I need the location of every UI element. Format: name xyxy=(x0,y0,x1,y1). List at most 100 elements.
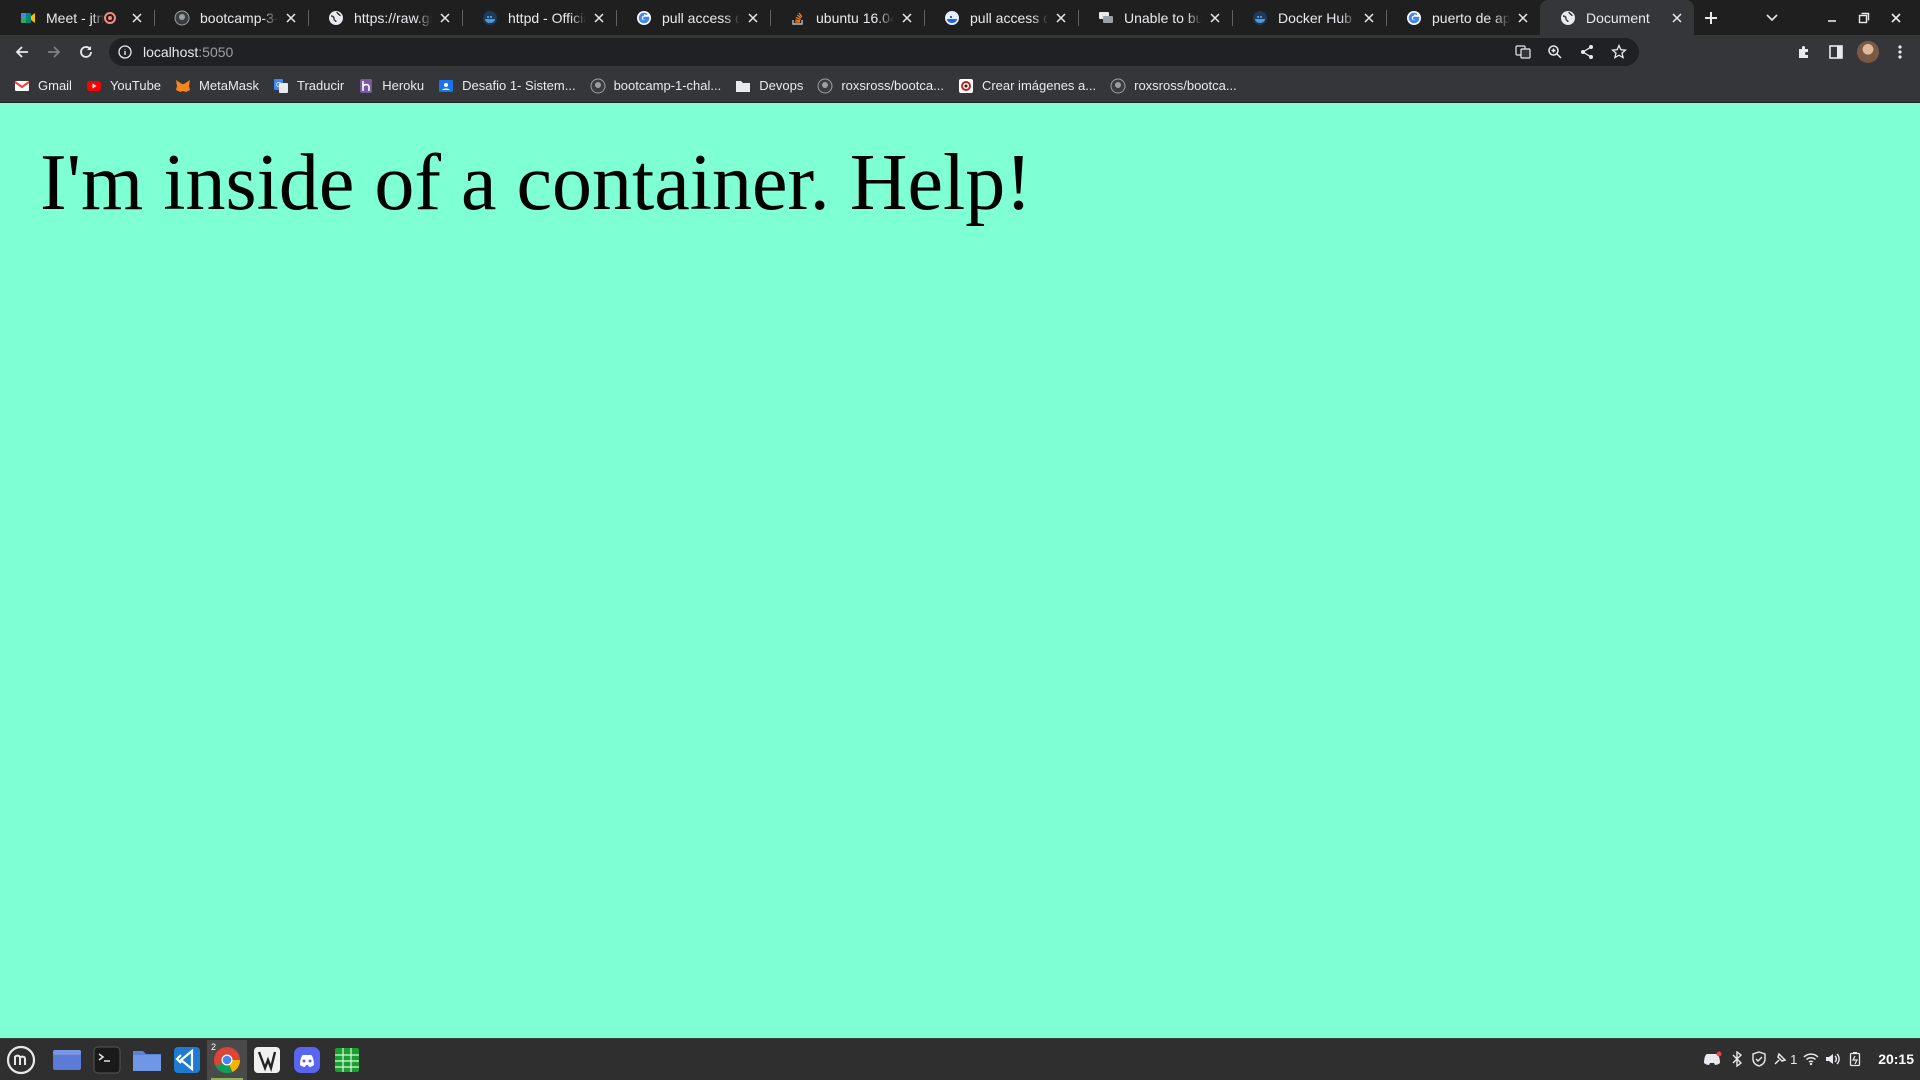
tab-close-button[interactable] xyxy=(744,9,762,27)
bookmark-label: MetaMask xyxy=(199,78,260,93)
github-icon xyxy=(817,78,833,94)
browser-tab[interactable]: https://raw.gith xyxy=(308,0,462,35)
docs-icon xyxy=(958,78,974,94)
gmail-icon xyxy=(14,78,30,94)
close-icon xyxy=(286,12,296,23)
bookmark-item[interactable]: roxsross/bootca... xyxy=(1104,72,1245,100)
bookmark-item[interactable]: YouTube xyxy=(80,72,169,100)
folder-icon xyxy=(735,78,751,94)
bookmark-item[interactable]: Crear imágenes a... xyxy=(952,72,1104,100)
spreadsheet-app[interactable] xyxy=(327,1040,367,1080)
shield-icon[interactable] xyxy=(1748,1039,1770,1079)
browser-tab[interactable]: Unable to build xyxy=(1078,0,1232,35)
wifi-icon[interactable] xyxy=(1800,1039,1822,1079)
close-icon xyxy=(1364,12,1374,23)
share-icon[interactable] xyxy=(1571,38,1603,66)
start-menu-button[interactable] xyxy=(1,1040,41,1080)
vscode-app[interactable] xyxy=(167,1040,207,1080)
clock[interactable]: 20:15 xyxy=(1878,1051,1914,1067)
url-port: :5050 xyxy=(198,44,234,60)
bookmark-item[interactable]: roxsross/bootca... xyxy=(811,72,952,100)
tab-close-button[interactable] xyxy=(1668,9,1686,27)
arrow-right-icon xyxy=(48,46,61,58)
bookmark-item[interactable]: Heroku xyxy=(352,72,432,100)
extensions-button[interactable] xyxy=(1788,35,1820,69)
profile-button[interactable] xyxy=(1852,35,1884,69)
bookmark-item[interactable]: MetaMask xyxy=(169,72,267,100)
inkscape-app[interactable] xyxy=(247,1040,287,1080)
update-manager-icon[interactable]: 1 xyxy=(1770,1039,1800,1079)
youtube-icon xyxy=(86,78,102,94)
github-icon xyxy=(174,10,190,26)
tab-close-button[interactable] xyxy=(436,9,454,27)
forward-button[interactable] xyxy=(38,36,70,68)
bookmark-item[interactable]: Devops xyxy=(729,72,811,100)
reload-button[interactable] xyxy=(70,36,102,68)
docker-icon xyxy=(1252,10,1268,26)
tab-close-button[interactable] xyxy=(1514,9,1532,27)
github-icon xyxy=(1110,78,1126,94)
bookmark-item[interactable]: Gmail xyxy=(8,72,80,100)
tab-close-button[interactable] xyxy=(282,9,300,27)
browser-tab[interactable]: puerto de apac xyxy=(1386,0,1540,35)
bookmark-label: bootcamp-1-chal... xyxy=(613,78,722,93)
tab-close-button[interactable] xyxy=(1052,9,1070,27)
bookmarks-bar: Gmail YouTube MetaMask G Traducir Heroku Desaf… xyxy=(0,69,1920,103)
menu-button[interactable] xyxy=(1884,35,1916,69)
bookmark-star-icon[interactable] xyxy=(1603,38,1635,66)
folder-icon xyxy=(133,1050,161,1071)
tab-title: Docker Hub xyxy=(1278,9,1352,26)
tab-close-button[interactable] xyxy=(1206,9,1224,27)
url-text[interactable]: localhost:5050 xyxy=(143,44,233,60)
tab-close-button[interactable] xyxy=(1360,9,1378,27)
translate-icon[interactable] xyxy=(1507,38,1539,66)
bluetooth-icon[interactable] xyxy=(1726,1039,1748,1079)
plus-icon xyxy=(1705,11,1717,24)
close-icon xyxy=(594,12,604,23)
tab-title: https://raw.gith xyxy=(354,9,432,26)
volume-icon[interactable] xyxy=(1822,1039,1844,1079)
browser-tab[interactable]: bootcamp-3-ch xyxy=(154,0,308,35)
bookmark-item[interactable]: bootcamp-1-chal... xyxy=(584,72,730,100)
reload-icon xyxy=(80,46,92,58)
google-meet-icon xyxy=(20,10,36,26)
discord-app[interactable] xyxy=(287,1040,327,1080)
browser-tab[interactable]: ubuntu 16.04 - p xyxy=(770,0,924,35)
tab-close-button[interactable] xyxy=(590,9,608,27)
tab-title: ubuntu 16.04 - p xyxy=(816,9,894,26)
tab-close-button[interactable] xyxy=(128,9,146,27)
address-bar[interactable]: localhost:5050 xyxy=(109,38,1639,66)
system-tray: 1 20:15 xyxy=(1698,1039,1920,1079)
terminal-app[interactable] xyxy=(87,1040,127,1080)
minimize-button[interactable] xyxy=(1816,0,1848,35)
tab-close-button[interactable] xyxy=(898,9,916,27)
discord-tray-icon[interactable] xyxy=(1698,1039,1726,1079)
tab-title: puerto de apac xyxy=(1432,9,1510,26)
browser-tab[interactable]: httpd - Official xyxy=(462,0,616,35)
browser-tab[interactable]: Meet - jtn-d xyxy=(0,0,154,35)
back-button[interactable] xyxy=(6,36,38,68)
restore-icon xyxy=(1858,12,1870,23)
browser-tab[interactable]: Docker Hub xyxy=(1232,0,1386,35)
new-tab-button[interactable] xyxy=(1694,0,1728,35)
battery-icon[interactable] xyxy=(1844,1039,1866,1079)
zoom-icon[interactable] xyxy=(1539,38,1571,66)
site-info-icon[interactable] xyxy=(117,44,133,60)
side-panel-button[interactable] xyxy=(1820,35,1852,69)
bookmark-label: Gmail xyxy=(38,78,72,93)
bookmark-item[interactable]: G Traducir xyxy=(267,72,352,100)
chrome-app[interactable]: 2 xyxy=(207,1039,247,1080)
close-window-button[interactable] xyxy=(1880,0,1912,35)
browser-tab[interactable]: pull access den xyxy=(616,0,770,35)
restore-button[interactable] xyxy=(1848,0,1880,35)
tab-search-button[interactable] xyxy=(1756,0,1788,35)
files-app[interactable] xyxy=(127,1040,167,1080)
docker-forum-icon xyxy=(944,10,960,26)
google-icon xyxy=(636,10,652,26)
browser-tab[interactable]: pull access den xyxy=(924,0,1078,35)
bookmark-item[interactable]: Desafio 1- Sistem... xyxy=(432,72,583,100)
show-desktop-button[interactable] xyxy=(47,1040,87,1080)
close-icon xyxy=(440,12,450,23)
browser-tab[interactable]: Document xyxy=(1540,0,1694,35)
close-icon xyxy=(748,12,758,23)
